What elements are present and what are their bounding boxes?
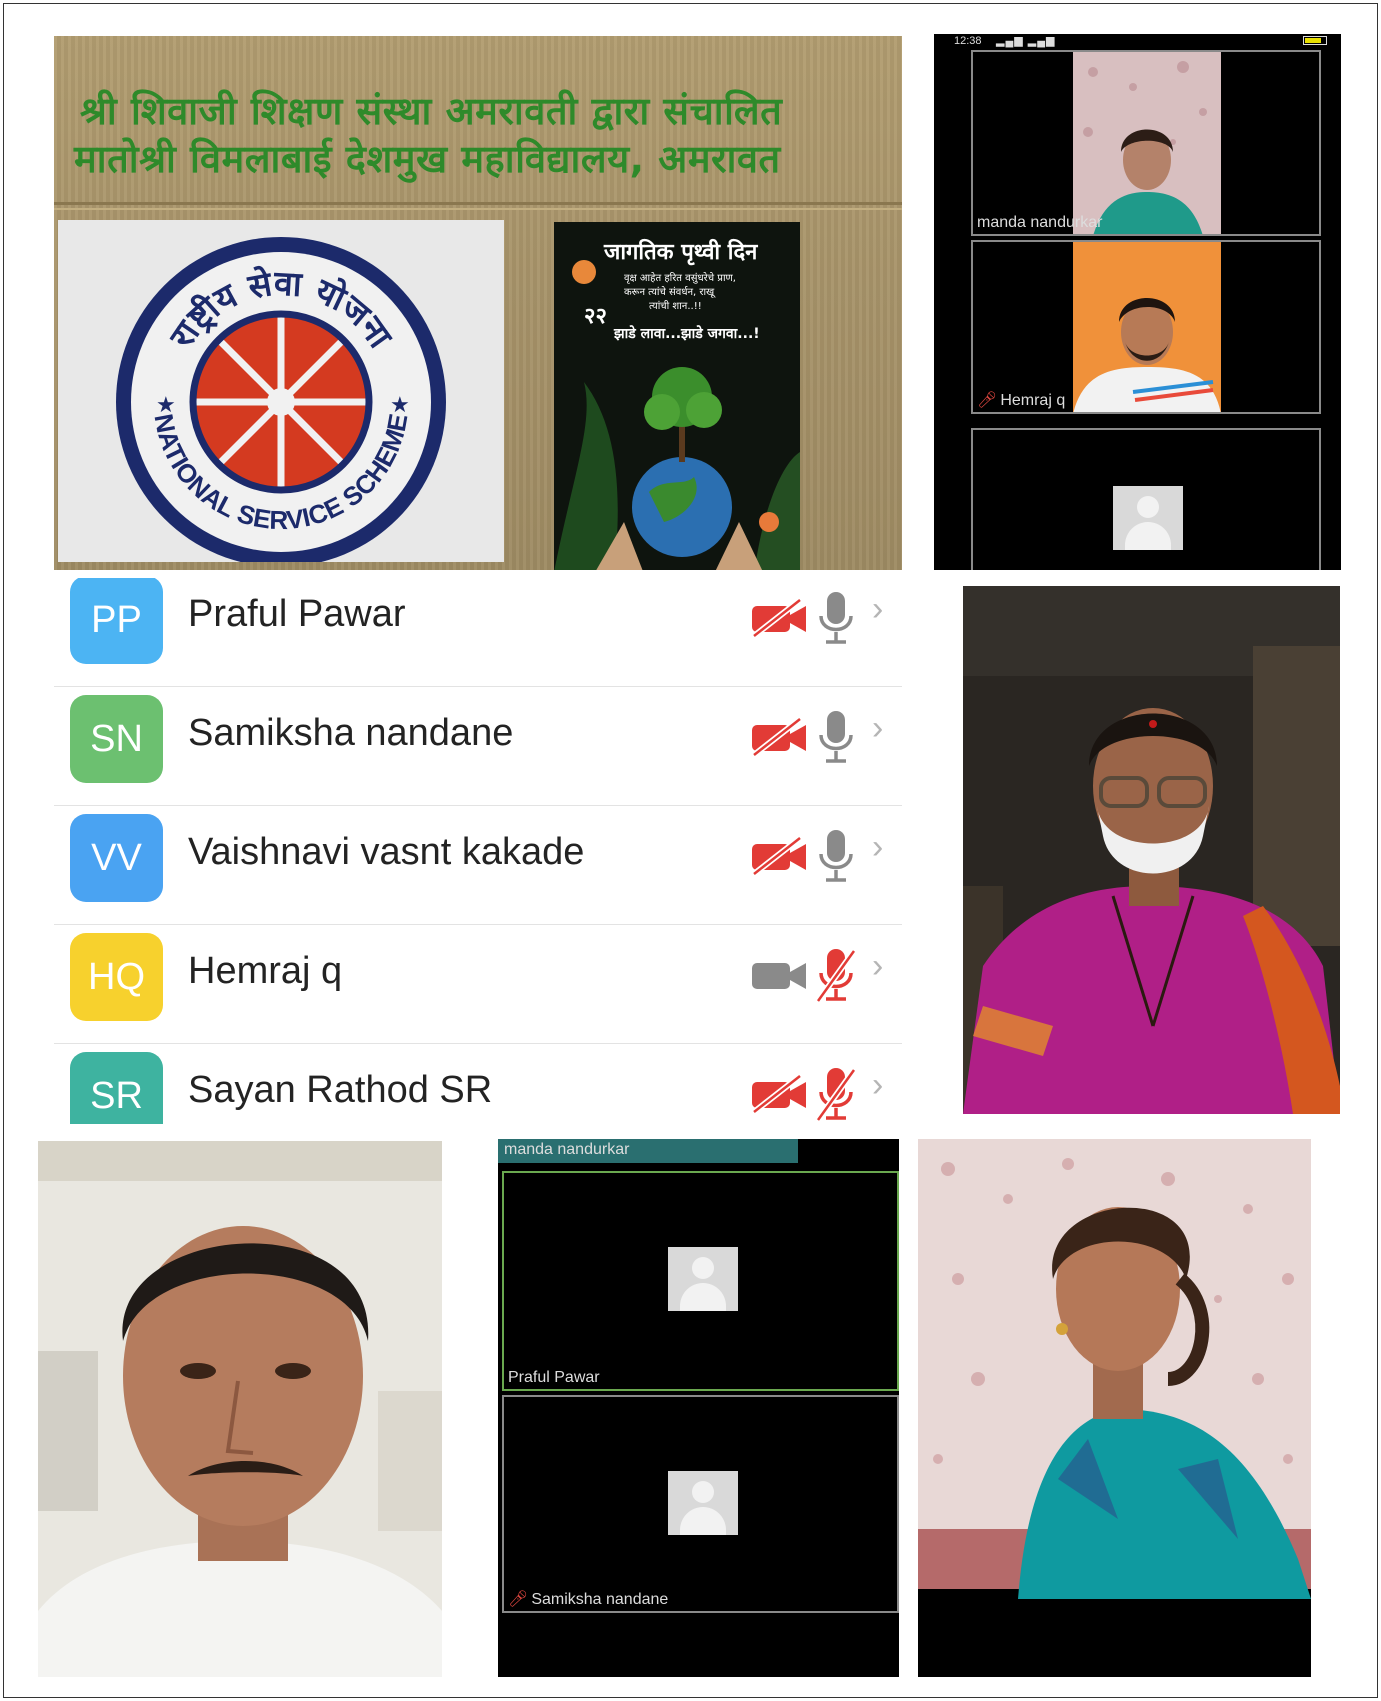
phone-status-bar: 12:38 ▂▄▆ ▂▄▆: [934, 34, 1341, 50]
participant-row[interactable]: HQ Hemraj q ›: [54, 925, 902, 1044]
zoom-gallery-bottom: manda nandurkar Praful Pawar 🎤︎ Samiksha …: [498, 1139, 899, 1677]
poster-number: २२: [584, 304, 607, 329]
svg-text:★: ★: [390, 393, 410, 418]
participant-name: Hemraj q: [188, 950, 343, 992]
participant-avatar: VV: [70, 814, 163, 902]
avatar-placeholder-icon: [668, 1471, 738, 1535]
event-banner: श्री शिवाजी शिक्षण संस्था अमरावती द्वारा…: [54, 36, 902, 570]
nss-emblem-icon: राष्ट्रीय सेवा योजना NATIONAL SERVICE SC…: [116, 237, 446, 562]
poster-line-3: त्यांची शान..!!: [649, 301, 702, 312]
video-tile-samiksha[interactable]: 🎤︎ Samiksha nandane: [502, 1395, 899, 1613]
video-off-icon[interactable]: [750, 1074, 808, 1114]
participant-row[interactable]: SN Samiksha nandane ›: [54, 687, 902, 806]
tile-name: 🎤︎ Hemraj q: [977, 392, 1066, 409]
video-off-icon[interactable]: [750, 598, 808, 638]
poster-slogan: झाडे लावा...झाडे जगवा...!: [614, 326, 760, 342]
participant-avatar: SR: [70, 1052, 163, 1124]
participant-avatar: SN: [70, 695, 163, 783]
mic-muted-icon: 🎤︎: [977, 392, 998, 409]
avatar-placeholder-icon: [668, 1247, 738, 1311]
participant-row[interactable]: SR Sayan Rathod SR ›: [54, 1044, 902, 1124]
video-tile-manda[interactable]: manda nandurkar: [971, 50, 1321, 236]
video-tile-no-video[interactable]: [971, 428, 1321, 570]
tile-name: manda nandurkar: [977, 214, 1103, 231]
battery-icon: [1303, 36, 1327, 45]
participant-name: Samiksha nandane: [188, 712, 514, 754]
avatar-placeholder-icon: [1113, 486, 1183, 550]
participant-avatar: PP: [70, 578, 163, 664]
chevron-right-icon[interactable]: ›: [872, 828, 883, 867]
video-off-icon[interactable]: [750, 717, 808, 757]
tile-name: 🎤︎ Samiksha nandane: [508, 1591, 669, 1608]
participant-name: Sayan Rathod SR: [188, 1069, 493, 1111]
nss-logo: राष्ट्रीय सेवा योजना NATIONAL SERVICE SC…: [58, 220, 504, 562]
participant-avatar: HQ: [70, 933, 163, 1021]
svg-text:★: ★: [156, 393, 176, 418]
chevron-right-icon[interactable]: ›: [872, 709, 883, 748]
mic-icon[interactable]: [816, 590, 856, 646]
chevron-right-icon[interactable]: ›: [872, 590, 883, 629]
video-on-icon[interactable]: [750, 955, 808, 995]
tile-name: manda nandurkar: [504, 1141, 630, 1158]
chevron-right-icon[interactable]: ›: [872, 947, 883, 986]
banner-title-line-1: श्री शिवाजी शिक्षण संस्था अमरावती द्वारा…: [80, 89, 783, 133]
poster-line-1: वृक्ष आहेत हरित वसुंधरेचे प्राण,: [624, 273, 736, 284]
video-tile-praful[interactable]: Praful Pawar: [502, 1171, 899, 1391]
poster-line-2: करून त्यांचे संवर्धन, राखू: [624, 287, 715, 298]
mic-muted-icon[interactable]: [816, 1066, 856, 1122]
participant-photo-woman-green: [918, 1139, 1311, 1677]
video-tile-hemraj[interactable]: 🎤︎ Hemraj q: [971, 240, 1321, 414]
participant-row[interactable]: VV Vaishnavi vasnt kakade ›: [54, 806, 902, 925]
earth-day-poster: जागतिक पृथ्वी दिन वृक्ष आहेत हरित वसुंधर…: [554, 222, 800, 570]
mic-icon[interactable]: [816, 709, 856, 765]
video-off-icon[interactable]: [750, 836, 808, 876]
participant-video: [1073, 242, 1221, 412]
participant-list: PP Praful Pawar › SN Samiksha nandane › …: [54, 578, 902, 1124]
tile-name: Praful Pawar: [508, 1369, 600, 1386]
poster-title: जागतिक पृथ्वी दिन: [604, 240, 758, 265]
chevron-right-icon[interactable]: ›: [872, 1066, 883, 1105]
signal-icon: ▂▄▆ ▂▄▆: [996, 35, 1056, 47]
banner-title-line-2: मातोश्री विमलाबाई देशमुख महाविद्यालय, अम…: [74, 137, 781, 181]
status-time: 12:38: [954, 35, 982, 47]
mic-icon[interactable]: [816, 828, 856, 884]
zoom-gallery-top: 12:38 ▂▄▆ ▂▄▆ manda nandurkar 🎤︎ Hemraj …: [934, 34, 1341, 570]
participant-video: [1073, 52, 1221, 234]
mic-muted-icon[interactable]: [816, 947, 856, 1003]
participant-photo-masked-woman: [963, 586, 1340, 1114]
participant-row[interactable]: PP Praful Pawar ›: [54, 578, 902, 687]
participant-photo-man: [38, 1141, 442, 1677]
mic-muted-icon: 🎤︎: [508, 1591, 529, 1608]
participant-name: Praful Pawar: [188, 593, 406, 635]
participant-name: Vaishnavi vasnt kakade: [188, 831, 585, 873]
